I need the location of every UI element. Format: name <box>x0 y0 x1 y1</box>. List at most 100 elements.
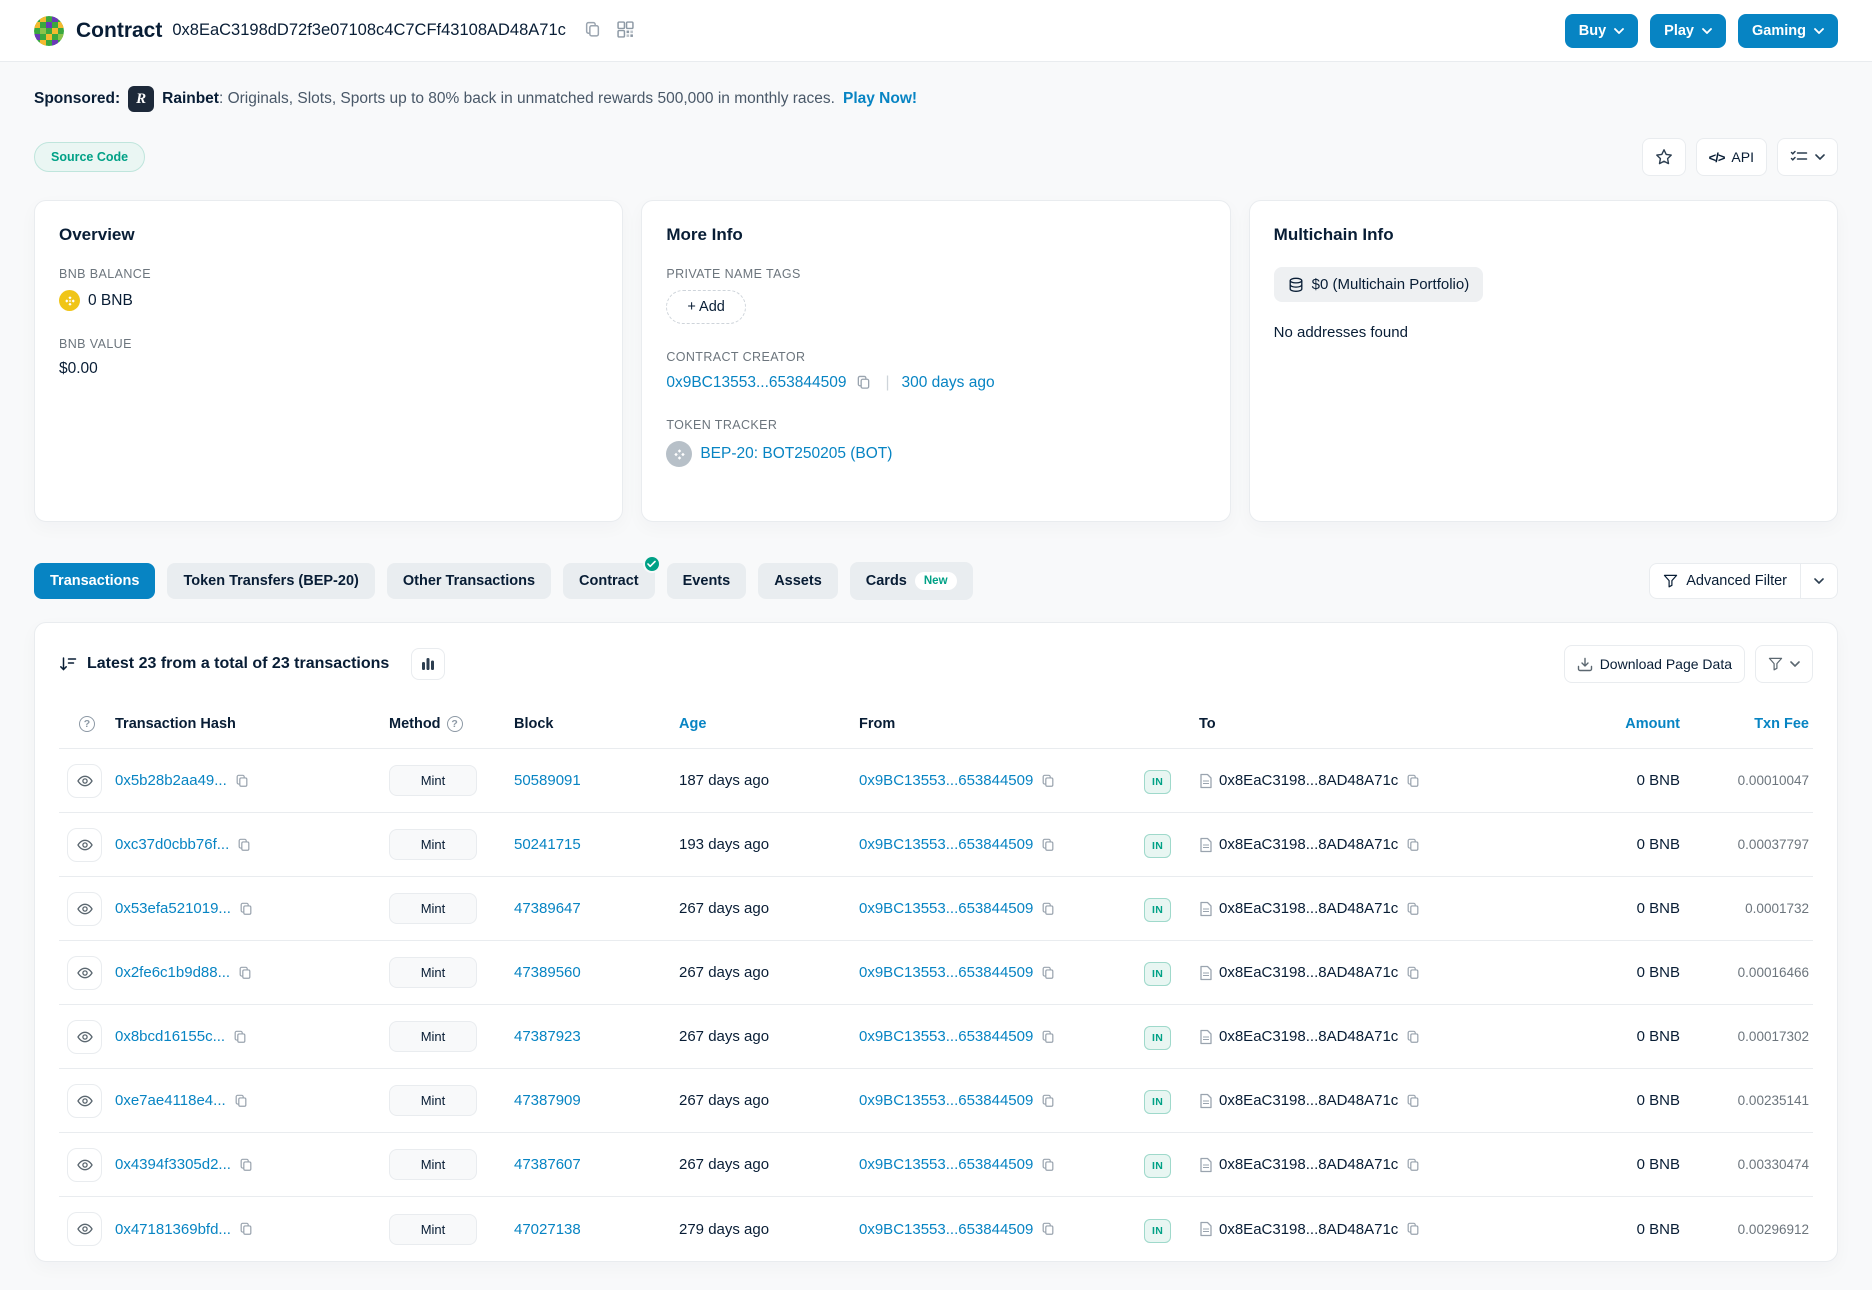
qr-code-button[interactable] <box>613 17 638 45</box>
block-link[interactable]: 47387607 <box>514 1156 581 1173</box>
preview-transaction-button[interactable] <box>67 956 102 990</box>
api-button[interactable]: </> API <box>1696 138 1767 176</box>
gaming-button[interactable]: Gaming <box>1738 14 1838 48</box>
method-badge[interactable]: Mint <box>389 1085 477 1116</box>
copy-hash-button[interactable] <box>232 1092 250 1110</box>
play-button[interactable]: Play <box>1650 14 1726 48</box>
transaction-hash-link[interactable]: 0x8bcd16155c... <box>115 1028 225 1045</box>
col-age[interactable]: Age <box>679 716 859 732</box>
col-txn-fee[interactable]: Txn Fee <box>1684 716 1813 732</box>
copy-hash-button[interactable] <box>237 1220 255 1238</box>
method-badge[interactable]: Mint <box>389 893 477 924</box>
transaction-hash-link[interactable]: 0x4394f3305d2... <box>115 1156 231 1173</box>
copy-from-button[interactable] <box>1039 900 1057 918</box>
col-amount[interactable]: Amount <box>1489 716 1684 732</box>
transaction-hash-link[interactable]: 0x5b28b2aa49... <box>115 772 227 789</box>
from-address-link[interactable]: 0x9BC13553...653844509 <box>859 772 1033 789</box>
preview-transaction-button[interactable] <box>67 764 102 798</box>
method-badge[interactable]: Mint <box>389 829 477 860</box>
token-tracker-link[interactable]: BEP-20: BOT250205 (BOT) <box>700 445 892 463</box>
copy-to-button[interactable] <box>1404 1092 1422 1110</box>
transaction-hash-link[interactable]: 0xe7ae4118e4... <box>115 1092 226 1109</box>
copy-hash-button[interactable] <box>235 836 253 854</box>
transaction-hash-link[interactable]: 0x2fe6c1b9d88... <box>115 964 230 981</box>
source-code-badge[interactable]: Source Code <box>34 142 145 172</box>
copy-to-button[interactable] <box>1404 964 1422 982</box>
preview-transaction-button[interactable] <box>67 828 102 862</box>
play-now-link[interactable]: Play Now! <box>843 90 917 108</box>
transaction-hash-link[interactable]: 0xc37d0cbb76f... <box>115 836 229 853</box>
copy-hash-button[interactable] <box>237 1156 255 1174</box>
copy-to-button[interactable] <box>1404 836 1422 854</box>
advanced-filter-button[interactable]: Advanced Filter <box>1650 564 1800 598</box>
preview-transaction-button[interactable] <box>67 1084 102 1118</box>
preview-transaction-button[interactable] <box>67 1212 102 1246</box>
block-link[interactable]: 47387909 <box>514 1092 581 1109</box>
copy-from-button[interactable] <box>1039 1092 1057 1110</box>
copy-to-button[interactable] <box>1404 772 1422 790</box>
copy-to-button[interactable] <box>1404 900 1422 918</box>
tab-contract[interactable]: Contract <box>563 563 655 599</box>
download-page-data-button[interactable]: Download Page Data <box>1564 645 1745 683</box>
tab-events[interactable]: Events <box>667 563 747 599</box>
creation-age-link[interactable]: 300 days ago <box>902 374 995 392</box>
copy-from-button[interactable] <box>1039 1028 1057 1046</box>
tab-other-transactions[interactable]: Other Transactions <box>387 563 551 599</box>
method-badge[interactable]: Mint <box>389 765 477 796</box>
method-badge[interactable]: Mint <box>389 1149 477 1180</box>
tab-assets[interactable]: Assets <box>758 563 838 599</box>
from-address-link[interactable]: 0x9BC13553...653844509 <box>859 836 1033 853</box>
buy-button[interactable]: Buy <box>1565 14 1638 48</box>
favorite-button[interactable] <box>1642 138 1686 176</box>
copy-icon <box>239 902 253 916</box>
preview-transaction-button[interactable] <box>67 892 102 926</box>
from-address-link[interactable]: 0x9BC13553...653844509 <box>859 1156 1033 1173</box>
copy-hash-button[interactable] <box>233 772 251 790</box>
block-link[interactable]: 47387923 <box>514 1028 581 1045</box>
preview-transaction-button[interactable] <box>67 1148 102 1182</box>
from-address-link[interactable]: 0x9BC13553...653844509 <box>859 1221 1033 1238</box>
to-address: 0x8EaC3198...8AD48A71c <box>1219 1028 1398 1045</box>
block-link[interactable]: 47027138 <box>514 1221 581 1238</box>
block-link[interactable]: 47389647 <box>514 900 581 917</box>
from-address-link[interactable]: 0x9BC13553...653844509 <box>859 900 1033 917</box>
copy-to-button[interactable] <box>1404 1028 1422 1046</box>
multichain-portfolio-button[interactable]: $0 (Multichain Portfolio) <box>1274 267 1484 302</box>
chart-view-button[interactable] <box>411 648 445 680</box>
copy-from-button[interactable] <box>1039 964 1057 982</box>
copy-hash-button[interactable] <box>237 900 255 918</box>
copy-creator-button[interactable] <box>854 373 873 392</box>
copy-from-button[interactable] <box>1039 836 1057 854</box>
add-name-tag-button[interactable]: + Add <box>666 290 746 324</box>
advanced-filter-dropdown[interactable] <box>1800 564 1837 598</box>
sponsored-banner: Sponsored: R Rainbet: Originals, Slots, … <box>0 62 1872 112</box>
copy-hash-button[interactable] <box>236 964 254 982</box>
method-badge[interactable]: Mint <box>389 1214 477 1245</box>
creator-address-link[interactable]: 0x9BC13553...653844509 <box>666 374 846 392</box>
block-link[interactable]: 50589091 <box>514 772 581 789</box>
tab-transactions[interactable]: Transactions <box>34 563 155 599</box>
copy-address-button[interactable] <box>580 17 605 45</box>
copy-from-button[interactable] <box>1039 1156 1057 1174</box>
from-address-link[interactable]: 0x9BC13553...653844509 <box>859 964 1033 981</box>
from-address-link[interactable]: 0x9BC13553...653844509 <box>859 1092 1033 1109</box>
more-options-button[interactable] <box>1777 138 1838 176</box>
copy-hash-button[interactable] <box>231 1028 249 1046</box>
copy-icon <box>1041 902 1055 916</box>
transaction-hash-link[interactable]: 0x47181369bfd... <box>115 1221 231 1238</box>
from-address-link[interactable]: 0x9BC13553...653844509 <box>859 1028 1033 1045</box>
block-link[interactable]: 47389560 <box>514 964 581 981</box>
table-filter-button[interactable] <box>1755 645 1813 683</box>
preview-transaction-button[interactable] <box>67 1020 102 1054</box>
copy-from-button[interactable] <box>1039 772 1057 790</box>
transaction-hash-link[interactable]: 0x53efa521019... <box>115 900 231 917</box>
block-link[interactable]: 50241715 <box>514 836 581 853</box>
copy-to-button[interactable] <box>1404 1220 1422 1238</box>
bnb-coin-icon <box>59 290 80 311</box>
method-badge[interactable]: Mint <box>389 1021 477 1052</box>
copy-to-button[interactable] <box>1404 1156 1422 1174</box>
method-badge[interactable]: Mint <box>389 957 477 988</box>
tab-token-transfers[interactable]: Token Transfers (BEP-20) <box>167 563 374 599</box>
tab-cards[interactable]: Cards New <box>850 562 973 600</box>
copy-from-button[interactable] <box>1039 1220 1057 1238</box>
